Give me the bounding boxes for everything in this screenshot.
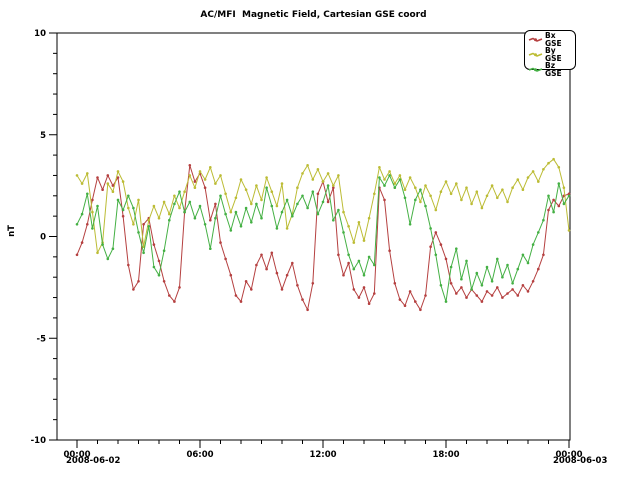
plot-frame	[57, 33, 570, 440]
bz-line-marker-icon	[528, 66, 543, 74]
y-tick-label: -10	[31, 436, 46, 446]
x-tick-label: 12:00	[309, 450, 336, 460]
legend-item-bx: Bx GSE	[528, 32, 574, 47]
x-axis-ticks: 00:0006:0012:0018:0000:00	[63, 440, 582, 460]
y-tick-label: 0	[40, 233, 46, 243]
legend-label-by: By GSE	[545, 47, 574, 62]
series-by-gse	[76, 158, 571, 254]
chart-window: AC/MFI Magnetic Field, Cartesian GSE coo…	[0, 0, 640, 480]
by-line-marker-icon	[528, 51, 543, 59]
y-tick-label: 5	[40, 131, 46, 141]
legend-label-bz: Bz GSE	[545, 62, 574, 77]
x-axis-start-date: 2008-06-02	[66, 456, 120, 466]
x-axis-end-date: 2008-06-03	[553, 456, 607, 466]
legend-label-bx: Bx GSE	[545, 32, 574, 47]
y-tick-label: 10	[34, 29, 46, 39]
legend-item-bz: Bz GSE	[528, 62, 574, 77]
y-tick-label: -5	[37, 334, 47, 344]
x-tick-label: 06:00	[186, 450, 213, 460]
series-bz-gse	[76, 174, 571, 303]
legend: Bx GSE By GSE Bz GSE	[524, 30, 576, 70]
y-axis-ticks: 10 5 0 -5 -10	[31, 29, 57, 446]
legend-item-by: By GSE	[528, 47, 574, 62]
x-tick-label: 18:00	[432, 450, 459, 460]
bx-line-marker-icon	[528, 36, 543, 44]
